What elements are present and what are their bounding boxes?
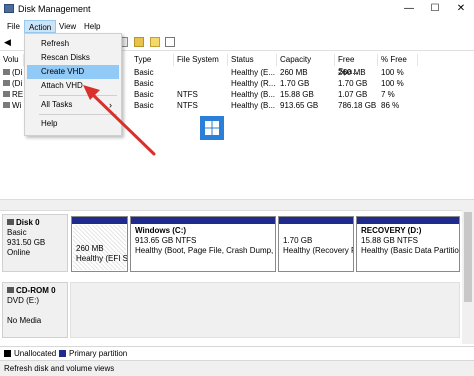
partition-title: Windows (C:) (135, 226, 187, 235)
pane-splitter[interactable] (0, 199, 474, 211)
table-row[interactable]: RE (3, 90, 23, 100)
cell-capacity: 913.65 GB (280, 101, 319, 110)
cell-percent: 86 % (381, 101, 400, 110)
cell-free: 260 MB (338, 68, 366, 77)
menu-help[interactable]: Help (80, 20, 104, 33)
partition-bar (131, 217, 275, 224)
menu-item-rescan-disks[interactable]: Rescan Disks (27, 51, 119, 65)
cell-status: Healthy (R... (231, 79, 275, 88)
menu-file[interactable]: File (3, 20, 24, 33)
cell-fs: NTFS (177, 101, 198, 110)
partition-size: 15.88 GB NTFS (361, 236, 418, 245)
maximize-button[interactable]: ☐ (422, 0, 448, 18)
annotation-arrow-icon (83, 85, 156, 156)
menu-item-refresh[interactable]: Refresh (27, 37, 119, 51)
partition-status: Healthy (Recovery Pa (283, 246, 353, 255)
cell-capacity: 15.88 GB (280, 90, 314, 99)
cell-status: Healthy (B... (231, 101, 275, 110)
cell-fs: NTFS (177, 90, 198, 99)
menu-view[interactable]: View (55, 20, 80, 33)
window-title: Disk Management (18, 4, 91, 14)
partition-title: RECOVERY (D:) (361, 226, 422, 235)
column-header-status[interactable]: Status (228, 54, 277, 66)
partition-bar (357, 217, 459, 224)
partition-recovery-d[interactable]: RECOVERY (D:) 15.88 GB NTFS Healthy (Bas… (356, 216, 460, 272)
disk0-state: Online (7, 248, 31, 257)
volume-icon (3, 80, 10, 86)
scrollbar-thumb[interactable] (464, 212, 472, 302)
partition-windows[interactable]: Windows (C:) 913.65 GB NTFS Healthy (Boo… (130, 216, 276, 272)
cell-percent: 100 % (381, 68, 404, 77)
volume-icon (3, 102, 10, 108)
volume-icon (3, 91, 10, 97)
cell-status: Healthy (B... (231, 90, 275, 99)
partition-bar (72, 217, 127, 224)
legend-primary: Primary partition (69, 349, 128, 358)
cell-free: 786.18 GB (338, 101, 377, 110)
column-header-volume[interactable]: Volu (0, 54, 24, 66)
cell-percent: 7 % (381, 90, 395, 99)
folder-icon[interactable] (134, 37, 144, 47)
back-icon[interactable]: ◀ (4, 37, 14, 47)
cdrom0-area[interactable] (70, 282, 460, 338)
cdrom0-name: CD-ROM 0 (16, 286, 56, 295)
title-bar: Disk Management — ☐ ✕ (0, 0, 474, 18)
cdrom0-type: DVD (E:) (7, 296, 39, 305)
legend-swatch-unallocated (4, 350, 11, 357)
cell-status: Healthy (E... (231, 68, 275, 77)
partition-size: 260 MB (76, 244, 104, 253)
properties-icon[interactable] (165, 37, 175, 47)
cdrom-icon (7, 287, 14, 293)
minimize-button[interactable]: — (396, 0, 422, 18)
legend-unallocated: Unallocated (14, 349, 57, 358)
disk0-name: Disk 0 (16, 218, 40, 227)
table-row[interactable]: (Di (3, 79, 22, 89)
partition-status: Healthy (Basic Data Partition (361, 246, 459, 255)
disk-management-icon (4, 4, 14, 13)
table-row[interactable]: (Di (3, 68, 22, 78)
cell-free: 1.07 GB (338, 90, 368, 99)
column-header-percent-free[interactable]: % Free (378, 54, 418, 66)
menu-action[interactable]: Action (24, 20, 57, 33)
disk0-label[interactable]: Disk 0 Basic 931.50 GB Online (2, 214, 68, 272)
cdrom0-label[interactable]: CD-ROM 0 DVD (E:) No Media (2, 282, 68, 338)
status-text: Refresh disk and volume views (4, 364, 115, 373)
cell-percent: 100 % (381, 79, 404, 88)
table-row[interactable]: Wi (3, 101, 21, 111)
cdrom0-media: No Media (7, 316, 42, 325)
volume-icon (3, 69, 10, 75)
legend: Unallocated Primary partition (0, 346, 474, 359)
partition-bar (279, 217, 353, 224)
cell-capacity: 260 MB (280, 68, 308, 77)
cell-capacity: 1.70 GB (280, 79, 310, 88)
partition-status: Healthy (EFI Sy (76, 254, 127, 263)
new-item-icon[interactable] (150, 37, 160, 47)
windows-logo-icon (200, 116, 224, 140)
column-header-free-space[interactable]: Free Spa... (335, 54, 378, 76)
disk-icon (7, 219, 14, 225)
status-bar: Refresh disk and volume views (0, 360, 474, 376)
disk0-size: 931.50 GB (7, 238, 46, 247)
partition-size: 1.70 GB (283, 236, 313, 245)
windows-logo-graphic (205, 121, 219, 135)
menu-item-create-vhd[interactable]: Create VHD (27, 65, 119, 79)
partition-status: Healthy (Boot, Page File, Crash Dump, Ba (135, 246, 275, 255)
legend-swatch-primary (59, 350, 66, 357)
column-header-capacity[interactable]: Capacity (277, 54, 335, 66)
all-tasks-label: All Tasks (41, 100, 73, 109)
cell-free: 1.70 GB (338, 79, 368, 88)
column-header-file-system[interactable]: File System (174, 54, 228, 66)
partition-recovery-unnamed[interactable]: 1.70 GB Healthy (Recovery Pa (278, 216, 354, 272)
partition-size: 913.65 GB NTFS (135, 236, 197, 245)
cell-type: Basic (134, 68, 154, 77)
close-button[interactable]: ✕ (448, 0, 474, 18)
column-header-type[interactable]: Type (131, 54, 174, 66)
disk0-type: Basic (7, 228, 27, 237)
menu-bar: File Action View Help (0, 19, 474, 34)
partition-efi[interactable]: 260 MB Healthy (EFI Sy (71, 216, 128, 272)
disk-pane-scrollbar[interactable] (462, 210, 474, 344)
